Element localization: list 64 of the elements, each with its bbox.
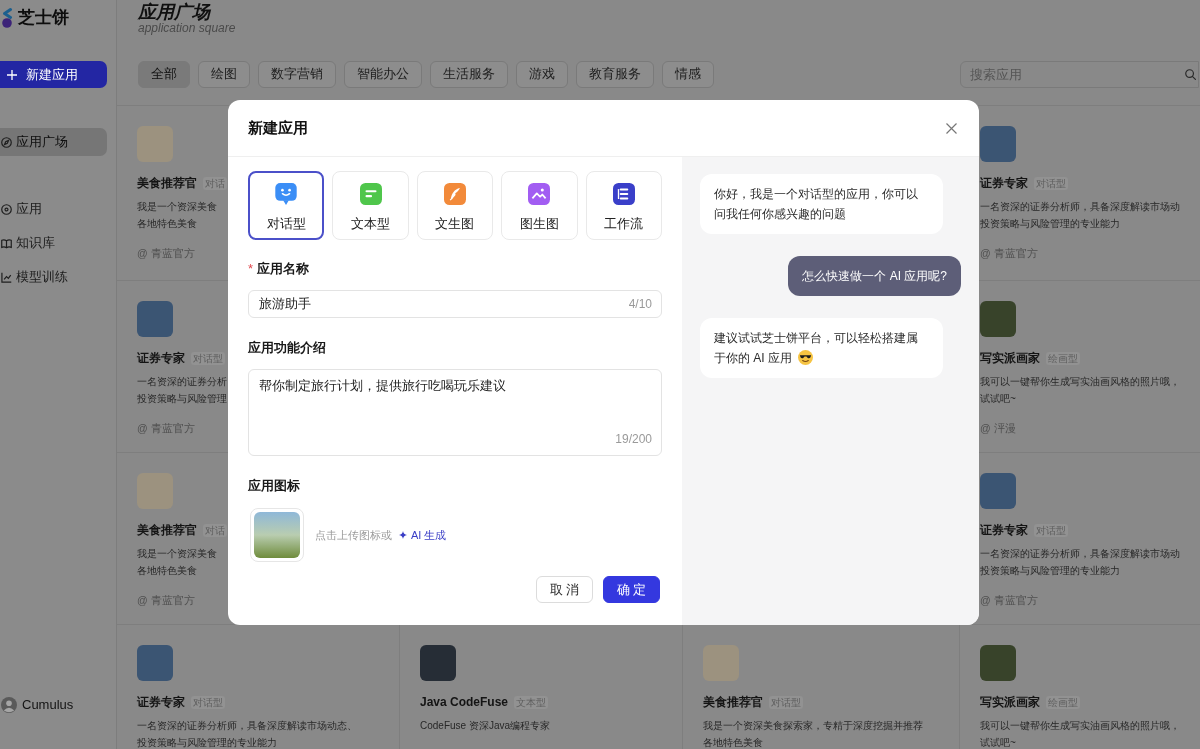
search-icon xyxy=(1185,69,1196,80)
category-tab[interactable]: 教育服务 xyxy=(576,61,654,88)
field-label: 应用名称 xyxy=(257,261,310,277)
sparkle-icon xyxy=(399,531,407,539)
category-tab[interactable]: 智能办公 xyxy=(344,61,422,88)
required-mark: * xyxy=(248,261,254,277)
page-subtitle: application square xyxy=(138,22,236,35)
char-counter: 4/10 xyxy=(628,297,652,311)
new-app-button[interactable]: 新建应用 xyxy=(0,61,107,88)
app-title: 写实派画家 xyxy=(980,351,1040,366)
chart-icon xyxy=(1,271,12,283)
logo-icon xyxy=(1,8,13,28)
category-tab[interactable]: 生活服务 xyxy=(430,61,508,88)
category-tab[interactable]: 情感 xyxy=(662,61,714,88)
plus-icon xyxy=(7,69,17,80)
app-title: 美食推荐官 xyxy=(137,523,197,538)
category-tab[interactable]: 绘图 xyxy=(198,61,250,88)
category-tab[interactable]: 全部 xyxy=(138,61,190,88)
app-title: 证券专家 xyxy=(137,351,185,366)
ai-generate-link[interactable]: AI 生成 xyxy=(399,526,447,544)
sidebar-item[interactable]: 知识库 xyxy=(0,229,107,257)
chat-message: 怎么快速做一个 AI 应用呢? xyxy=(802,269,947,283)
app-type-option[interactable]: 对话型 xyxy=(248,171,325,240)
icon-upload-frame[interactable] xyxy=(250,508,304,562)
user-avatar xyxy=(1,697,17,713)
char-counter: 19/200 xyxy=(615,432,652,446)
app-title: 证券专家 xyxy=(137,695,185,710)
category-tab[interactable]: 游戏 xyxy=(516,61,568,88)
app-title: 证券专家 xyxy=(980,176,1028,191)
app-title: Java CodeFuse xyxy=(420,695,509,710)
chat-bubble-icon xyxy=(275,183,298,205)
app-title: 写实派画家 xyxy=(980,695,1040,710)
sidebar-item[interactable]: 应用广场 xyxy=(0,128,107,156)
app-type-option[interactable]: 图生图 xyxy=(501,171,578,240)
app-title: 证券专家 xyxy=(980,523,1028,538)
compass-icon xyxy=(1,136,12,148)
sidebar-item[interactable]: 模型训练 xyxy=(0,263,107,291)
category-tab[interactable]: 数字营销 xyxy=(258,61,336,88)
dialog-title: 新建应用 xyxy=(248,117,308,138)
feather-icon xyxy=(444,183,466,205)
chat-message: 建议试试芝士饼平台，可以轻松搭建属于你的 AI 应用 xyxy=(714,331,918,365)
field-label: 应用图标 xyxy=(248,478,300,494)
app-title: 美食推荐官 xyxy=(137,176,197,191)
field-label: 应用功能介绍 xyxy=(248,340,326,356)
text-lines-icon xyxy=(359,183,382,205)
user-name: Cumulus xyxy=(22,697,74,713)
confirm-button[interactable]: 确 定 xyxy=(603,576,660,603)
logo-text: 芝士饼 xyxy=(18,8,69,28)
upload-hint: 点击上传图标或 xyxy=(315,527,392,543)
circle-icon xyxy=(1,203,12,215)
image-icon xyxy=(528,183,551,205)
stacked-lines-icon xyxy=(612,183,635,205)
app-title: 美食推荐官 xyxy=(703,695,763,710)
photo-placeholder xyxy=(254,512,300,558)
app-type-option[interactable]: 文本型 xyxy=(332,171,409,240)
chat-message: 你好，我是一个对话型的应用，你可以问我任何你感兴趣的问题 xyxy=(714,187,918,221)
app-type-option[interactable]: 文生图 xyxy=(416,171,494,240)
cancel-button[interactable]: 取 消 xyxy=(536,576,593,603)
app-type-option[interactable]: 工作流 xyxy=(585,171,662,240)
app-description: CodeFuse 资深Java编程专家 xyxy=(420,719,551,733)
sidebar-item[interactable]: 应用 xyxy=(0,195,107,223)
close-icon[interactable] xyxy=(946,122,957,134)
page-title: 应用广场 xyxy=(138,2,210,22)
book-icon xyxy=(1,237,12,249)
